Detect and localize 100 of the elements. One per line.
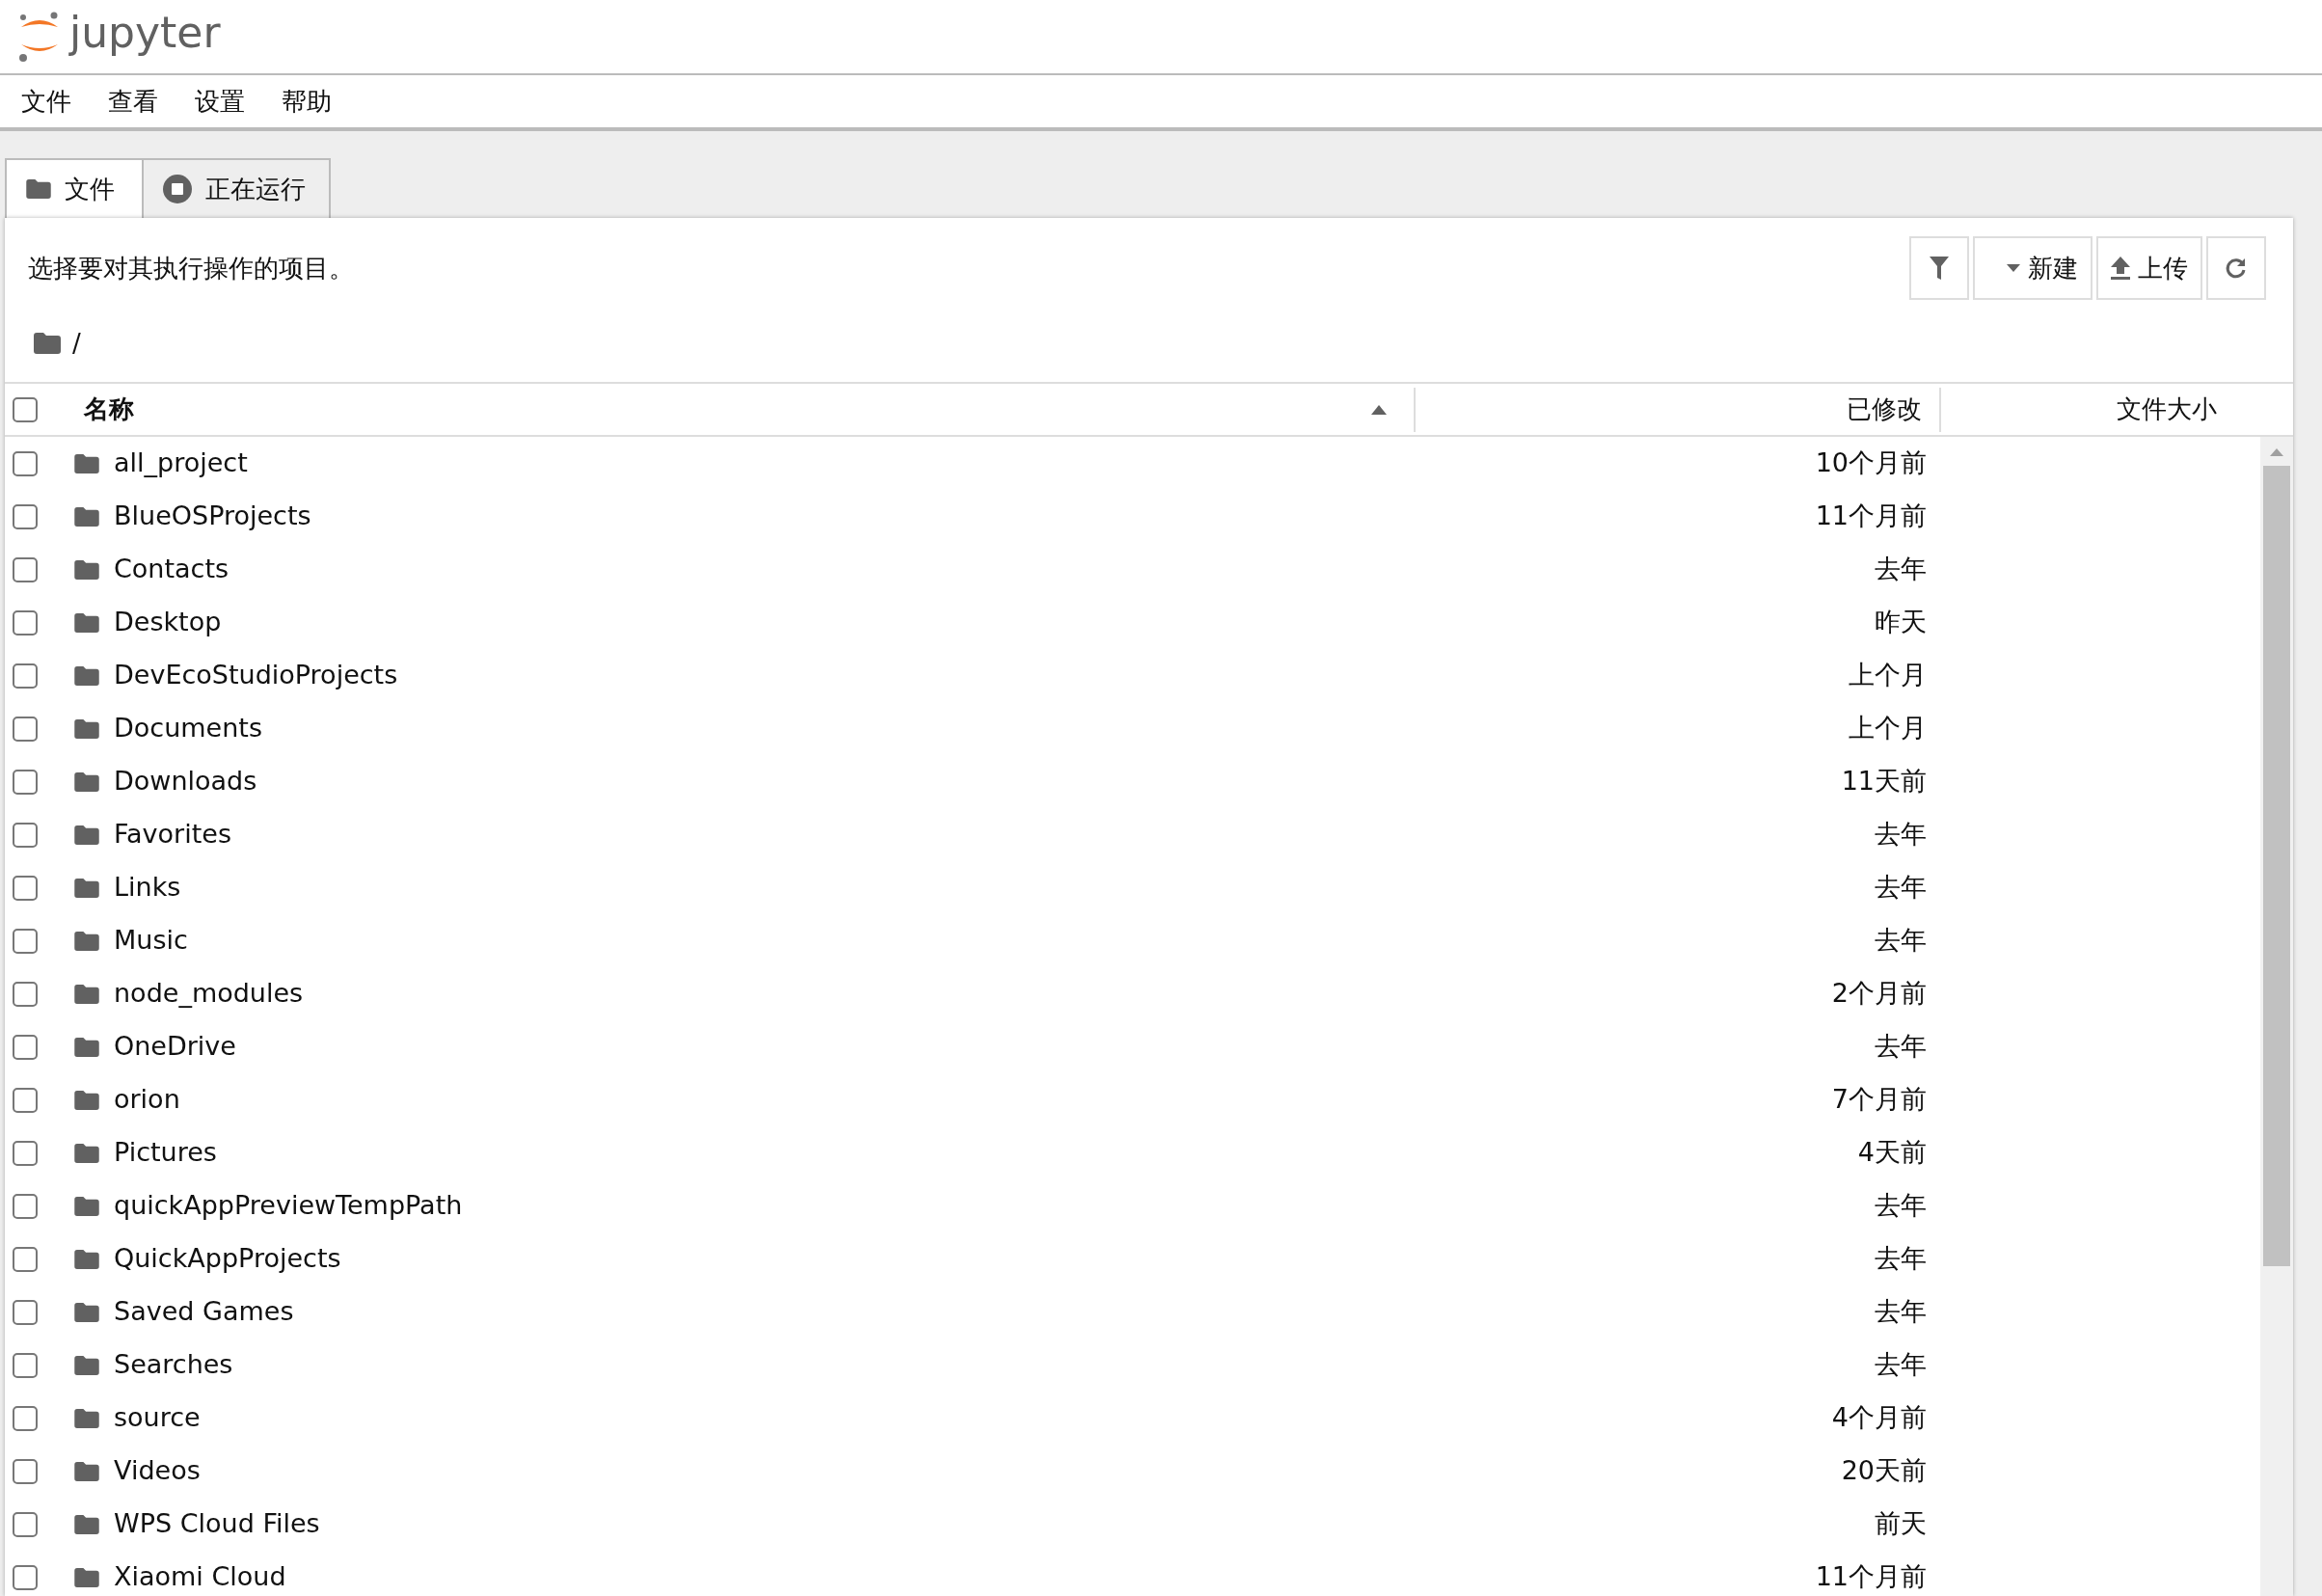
- file-row[interactable]: source 4个月前: [5, 1392, 2260, 1445]
- file-name-link[interactable]: Saved Games: [114, 1292, 1416, 1332]
- file-row[interactable]: WPS Cloud Files 前天: [5, 1498, 2260, 1551]
- checkbox[interactable]: [13, 1564, 38, 1590]
- checkbox[interactable]: [13, 1405, 38, 1431]
- file-row[interactable]: Searches 去年: [5, 1339, 2260, 1392]
- checkbox[interactable]: [13, 1458, 38, 1484]
- modified-date: 去年: [1874, 818, 1927, 852]
- column-header[interactable]: 已修改: [1414, 387, 1939, 432]
- file-row[interactable]: all_project 10个月前: [5, 437, 2260, 490]
- instruction-text: 选择要对其执行操作的项目。: [28, 252, 355, 284]
- file-row[interactable]: Documents 上个月: [5, 702, 2260, 755]
- folder-icon: [74, 984, 99, 1004]
- file-name-link[interactable]: DevEcoStudioProjects: [114, 656, 1416, 695]
- file-name-link[interactable]: BlueOSProjects: [114, 497, 1416, 536]
- new-button[interactable]: 新建: [1973, 236, 2092, 300]
- file-row[interactable]: Videos 20天前: [5, 1445, 2260, 1498]
- file-name-link[interactable]: Favorites: [114, 815, 1416, 854]
- checkbox[interactable]: [13, 1352, 38, 1378]
- refresh-icon: [2225, 257, 2248, 280]
- file-row[interactable]: OneDrive 去年: [5, 1020, 2260, 1073]
- file-row[interactable]: Downloads 11天前: [5, 755, 2260, 808]
- modified-date: 20天前: [1840, 1454, 1927, 1488]
- file-name-link[interactable]: Videos: [114, 1451, 1416, 1491]
- tab[interactable]: 正在运行: [144, 158, 331, 218]
- file-name-link[interactable]: Searches: [114, 1345, 1416, 1385]
- modified-date: 11个月前: [1814, 1560, 1927, 1594]
- file-row[interactable]: Contacts 去年: [5, 543, 2260, 596]
- checkbox[interactable]: [13, 1193, 38, 1219]
- upload-button[interactable]: 上传: [2096, 236, 2202, 300]
- caret-icon: [2007, 264, 2020, 272]
- breadcrumb-link[interactable]: /: [72, 324, 81, 363]
- file-name-link[interactable]: Music: [114, 921, 1416, 960]
- file-name-link[interactable]: Contacts: [114, 550, 1416, 589]
- filter-button[interactable]: [1909, 236, 1969, 300]
- checkbox[interactable]: [13, 769, 38, 795]
- checkbox[interactable]: [13, 609, 38, 636]
- file-name-link[interactable]: node_modules: [114, 974, 1416, 1014]
- file-row[interactable]: Pictures 4天前: [5, 1126, 2260, 1179]
- folder-icon: [74, 612, 99, 633]
- file-row[interactable]: QuickAppProjects 去年: [5, 1232, 2260, 1285]
- file-row[interactable]: BlueOSProjects 11个月前: [5, 490, 2260, 543]
- file-name-link[interactable]: WPS Cloud Files: [114, 1504, 1416, 1544]
- checkbox[interactable]: [13, 875, 38, 901]
- column-header[interactable]: 文件大小: [1939, 387, 2236, 432]
- file-name-link[interactable]: Downloads: [114, 762, 1416, 801]
- refresh-button[interactable]: [2206, 236, 2266, 300]
- file-row[interactable]: Music 去年: [5, 914, 2260, 967]
- file-row[interactable]: Favorites 去年: [5, 808, 2260, 861]
- scrollbar[interactable]: [2260, 437, 2293, 1596]
- file-row[interactable]: Saved Games 去年: [5, 1285, 2260, 1339]
- checkbox[interactable]: [13, 928, 38, 954]
- file-row[interactable]: Desktop 昨天: [5, 596, 2260, 649]
- checkbox[interactable]: [13, 1034, 38, 1060]
- checkbox[interactable]: [13, 1246, 38, 1272]
- file-name-link[interactable]: Links: [114, 868, 1416, 907]
- file-row[interactable]: Xiaomi Cloud 11个月前: [5, 1551, 2260, 1596]
- column-header[interactable]: 名称: [47, 387, 1414, 432]
- modified-date: 4个月前: [1830, 1401, 1927, 1435]
- file-name-link[interactable]: Desktop: [114, 603, 1416, 642]
- tab[interactable]: 文件: [5, 158, 144, 218]
- checkbox[interactable]: [13, 556, 38, 582]
- file-name-link[interactable]: Documents: [114, 709, 1416, 748]
- file-row[interactable]: orion 7个月前: [5, 1073, 2260, 1126]
- file-name-link[interactable]: Pictures: [114, 1133, 1416, 1173]
- menu-item[interactable]: 帮助: [282, 82, 332, 121]
- menu-item[interactable]: 设置: [195, 82, 245, 121]
- file-row[interactable]: DevEcoStudioProjects 上个月: [5, 649, 2260, 702]
- menu-item[interactable]: 文件: [21, 82, 71, 121]
- checkbox[interactable]: [13, 450, 38, 476]
- checkbox[interactable]: [13, 1299, 38, 1325]
- file-name-link[interactable]: all_project: [114, 444, 1416, 483]
- modified-date: 11个月前: [1814, 500, 1927, 533]
- checkbox[interactable]: [13, 1140, 38, 1166]
- modified-date: 7个月前: [1830, 1083, 1927, 1117]
- modified-date: 10个月前: [1814, 446, 1927, 480]
- checkbox[interactable]: [13, 1511, 38, 1537]
- file-row[interactable]: node_modules 2个月前: [5, 967, 2260, 1020]
- file-name-link[interactable]: OneDrive: [114, 1027, 1416, 1067]
- checkbox[interactable]: [13, 663, 38, 689]
- checkbox[interactable]: [13, 981, 38, 1007]
- folder-icon: [74, 1461, 99, 1481]
- modified-date: 昨天: [1874, 606, 1927, 639]
- file-name-link[interactable]: quickAppPreviewTempPath: [114, 1186, 1416, 1226]
- file-name-link[interactable]: QuickAppProjects: [114, 1239, 1416, 1279]
- file-name-link[interactable]: source: [114, 1398, 1416, 1438]
- modified-date: 前天: [1874, 1507, 1927, 1541]
- file-name-link[interactable]: Xiaomi Cloud: [114, 1557, 1416, 1596]
- checkbox[interactable]: [13, 822, 38, 848]
- file-name-link[interactable]: orion: [114, 1080, 1416, 1120]
- checkbox[interactable]: [13, 396, 38, 422]
- checkbox[interactable]: [13, 503, 38, 529]
- file-row[interactable]: Links 去年: [5, 861, 2260, 914]
- menu-item[interactable]: 查看: [108, 82, 158, 121]
- scroll-up-icon[interactable]: [2270, 446, 2283, 456]
- checkbox[interactable]: [13, 1087, 38, 1113]
- file-row[interactable]: quickAppPreviewTempPath 去年: [5, 1179, 2260, 1232]
- checkbox[interactable]: [13, 716, 38, 742]
- scrollbar-thumb[interactable]: [2263, 466, 2290, 1266]
- folder-icon: [74, 1196, 99, 1216]
